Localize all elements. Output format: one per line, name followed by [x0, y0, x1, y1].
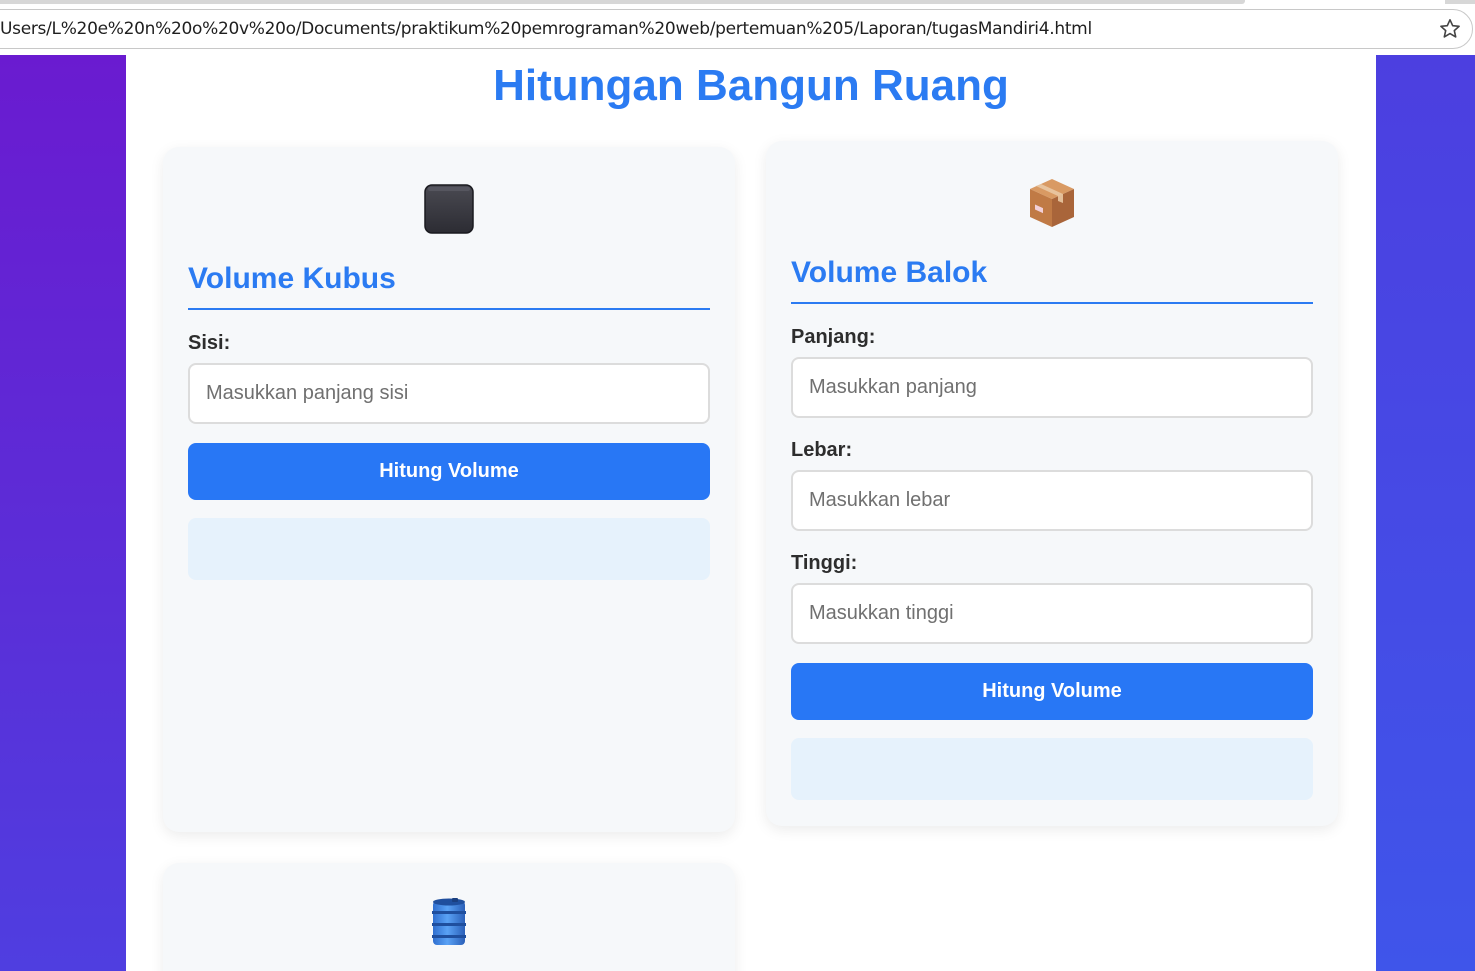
balok-result [791, 738, 1313, 800]
panjang-label: Panjang: [791, 326, 876, 348]
sisi-input[interactable] [188, 363, 710, 424]
hitung-volume-kubus-button[interactable]: Hitung Volume [188, 443, 710, 500]
lebar-input[interactable] [791, 470, 1313, 531]
balok-title: Volume Balok [791, 256, 1313, 304]
browser-toolbar: Users/L%20e%20n%20o%20v%20o/Documents/pr… [0, 0, 1475, 55]
page-title: Hitungan Bangun Ruang [493, 61, 1009, 110]
tabung-card [163, 863, 735, 971]
tinggi-input[interactable] [791, 583, 1313, 644]
lebar-label: Lebar: [791, 439, 853, 461]
page-background-left [0, 55, 126, 971]
address-bar-url[interactable]: Users/L%20e%20n%20o%20v%20o/Documents/pr… [0, 19, 1092, 39]
kubus-card: Volume Kubus Sisi: Hitung Volume [163, 147, 735, 832]
sisi-label: Sisi: [188, 332, 231, 354]
kubus-result [188, 518, 710, 580]
balok-card: Volume Balok Panjang: Lebar: Tinggi: Hit… [766, 141, 1338, 826]
hitung-volume-balok-button[interactable]: Hitung Volume [791, 663, 1313, 720]
main-container: Hitungan Bangun Ruang Volume Kubus Sisi:… [126, 55, 1376, 971]
kubus-title: Volume Kubus [188, 262, 710, 310]
bookmark-star-icon[interactable] [1438, 17, 1462, 41]
tab-strip [0, 0, 1245, 4]
tinggi-label: Tinggi: [791, 552, 858, 574]
black-cube-icon [163, 183, 735, 240]
panjang-input[interactable] [791, 357, 1313, 418]
page-background-right [1376, 55, 1475, 971]
package-box-icon [766, 177, 1338, 234]
barrel-cylinder-icon [163, 897, 735, 954]
tab-strip-end [1445, 0, 1475, 4]
